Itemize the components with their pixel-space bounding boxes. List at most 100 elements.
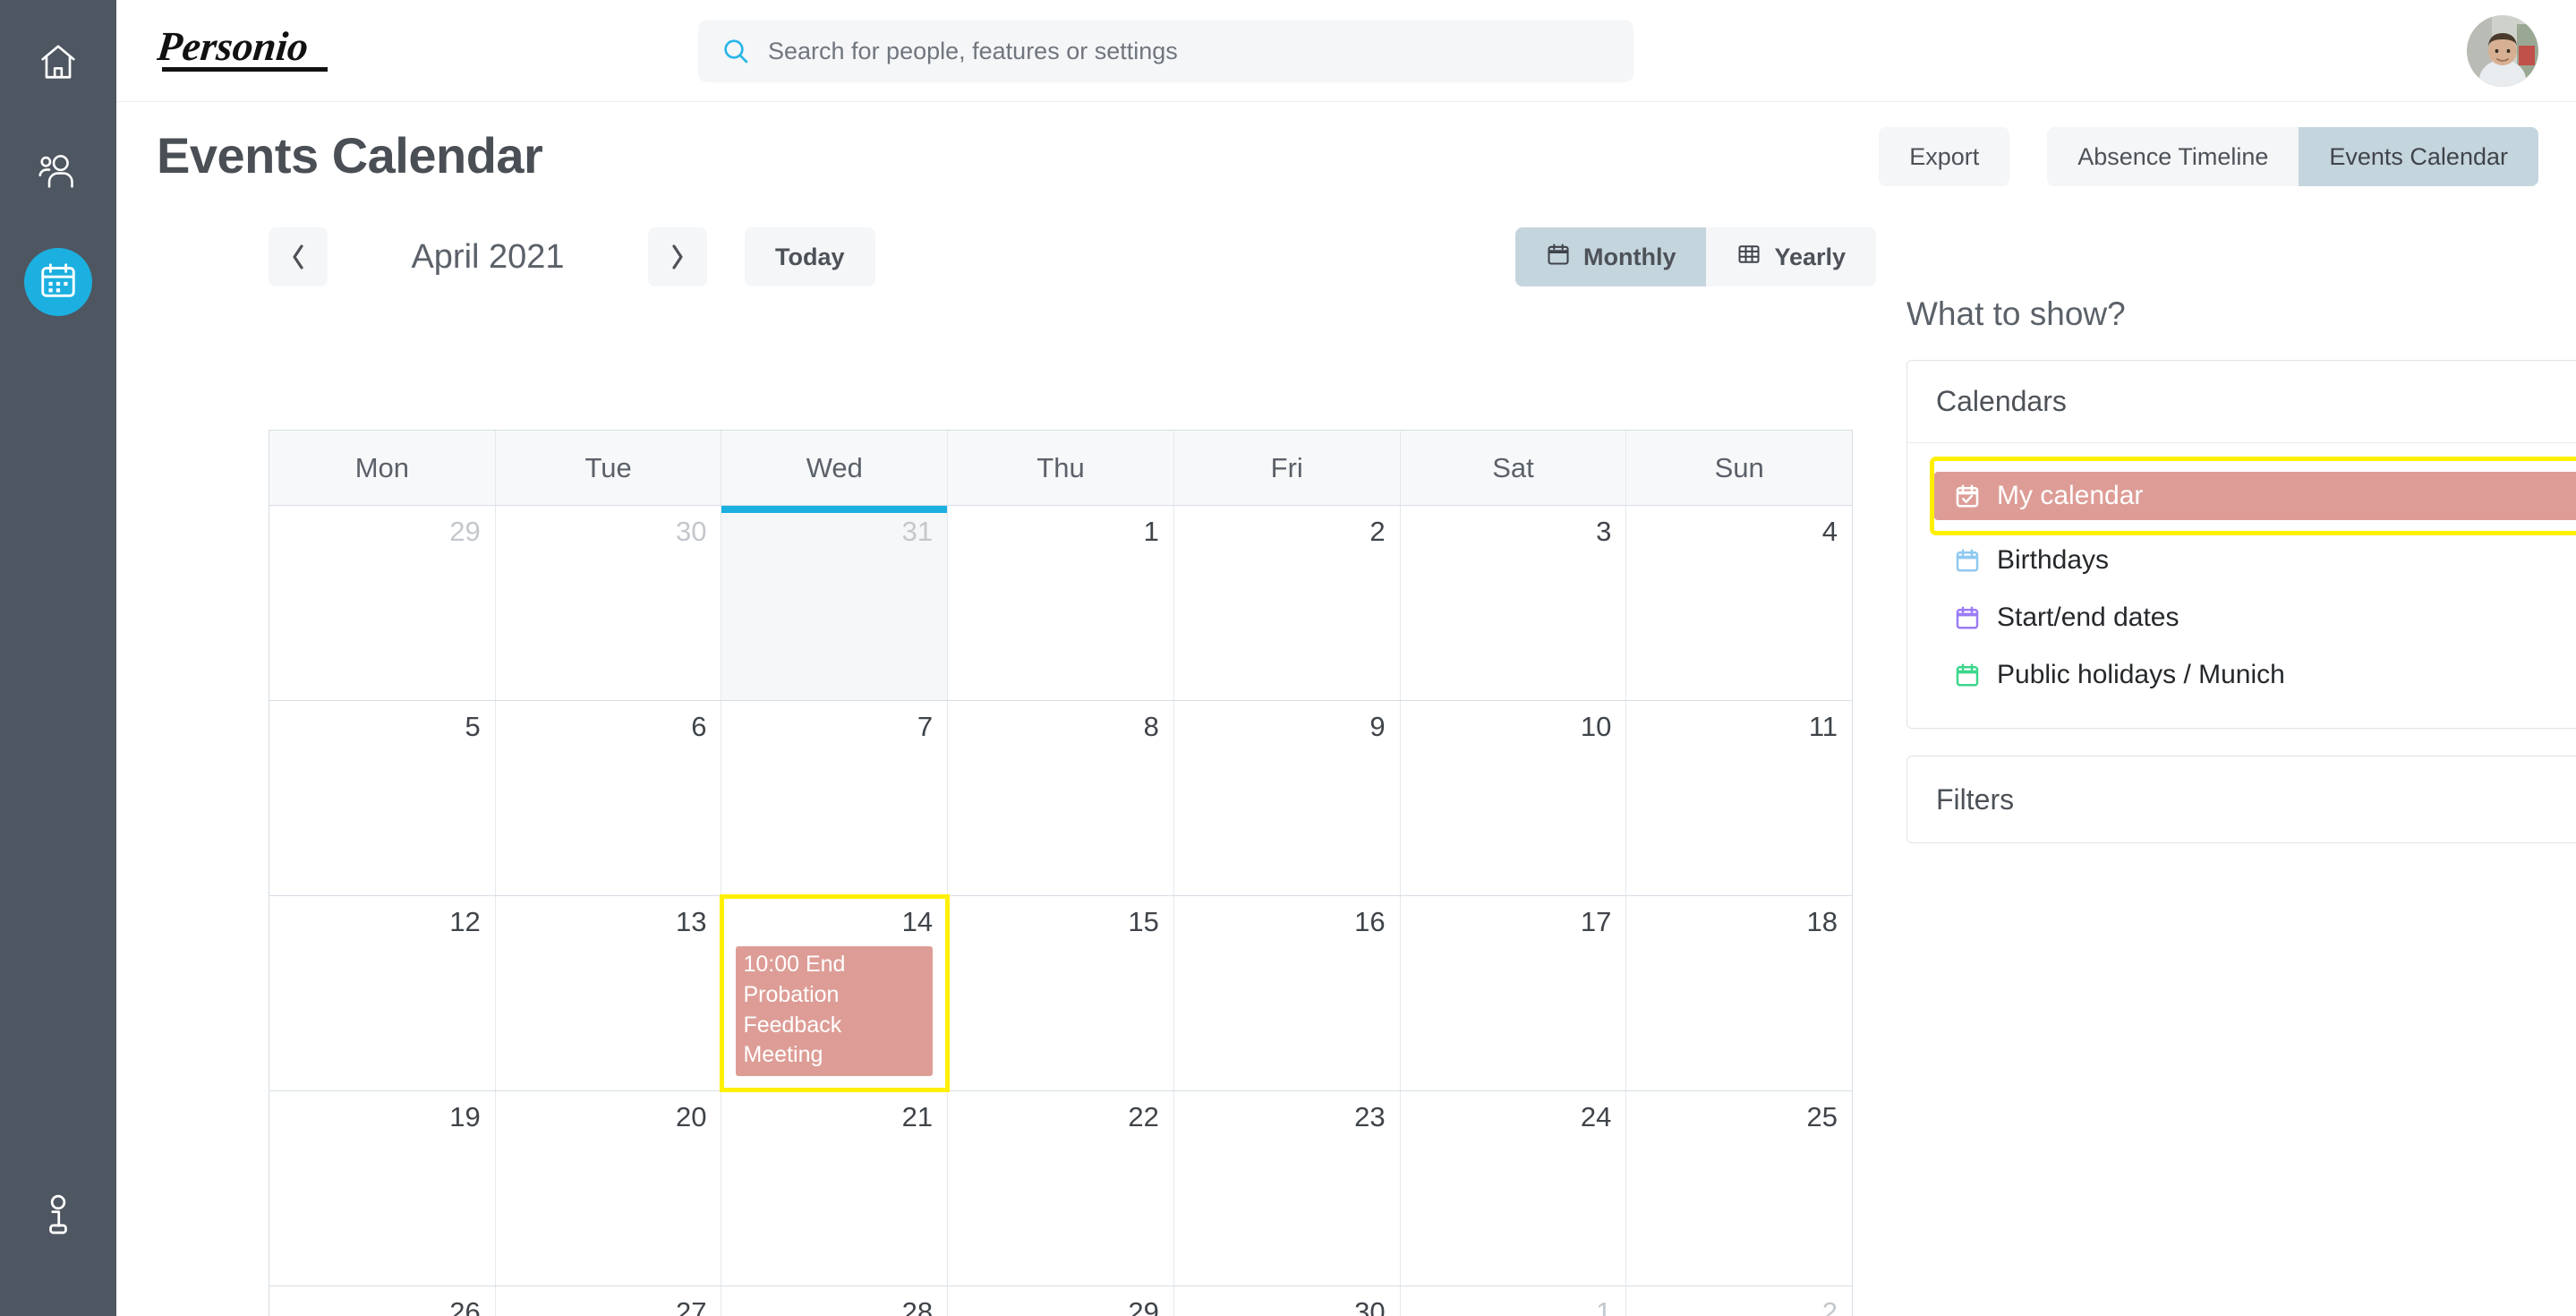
calendar-checked-icon [1954, 483, 1981, 509]
current-month-label: April 2021 [411, 237, 565, 276]
prev-month-button[interactable] [269, 227, 328, 286]
day-number: 27 [675, 1296, 707, 1316]
calendar-day-cell[interactable]: 12 [269, 896, 496, 1090]
calendar-day-cell[interactable]: 1 [948, 506, 1174, 700]
tab-events-calendar[interactable]: Events Calendar [2299, 127, 2538, 186]
day-number: 8 [1143, 711, 1159, 742]
calendar-day-cell[interactable]: 10 [1401, 701, 1627, 895]
calendar-day-cell[interactable]: 18 [1626, 896, 1852, 1090]
calendar-day-cell[interactable]: 7 [721, 701, 949, 895]
calendar-day-cell[interactable]: 16 [1174, 896, 1401, 1090]
grid-icon [1736, 242, 1761, 273]
calendars-panel-header[interactable]: Calendars [1907, 361, 2576, 443]
calendar-day-cell[interactable]: 29 [948, 1286, 1174, 1316]
calendar-list-item[interactable]: Public holidays / Munich [1934, 651, 2576, 699]
calendar-day-cell[interactable]: 9 [1174, 701, 1401, 895]
calendar-day-cell[interactable]: 30 [496, 506, 722, 700]
calendars-panel-title: Calendars [1936, 385, 2067, 417]
panel-heading: What to show? [1906, 295, 2126, 332]
calendar-day-cell[interactable]: 26 [269, 1286, 496, 1316]
calendar-list-item-label: My calendar [1997, 481, 2144, 510]
calendar-day-cell[interactable]: 25 [1626, 1091, 1852, 1286]
home-icon [38, 41, 79, 87]
weekday-header-cell: Wed [721, 431, 949, 505]
calendar-day-cell[interactable]: 5 [269, 701, 496, 895]
calendar-day-cell[interactable]: 27 [496, 1286, 722, 1316]
day-number: 12 [449, 906, 481, 937]
calendar-list-item-label: Birthdays [1997, 545, 2110, 575]
day-number: 29 [1128, 1296, 1159, 1316]
calendar-list-item[interactable]: My calendar [1934, 472, 2576, 520]
calendar-day-cell[interactable]: 20 [496, 1091, 722, 1286]
weekday-label: Sat [1492, 451, 1534, 483]
day-number: 30 [675, 516, 707, 547]
today-button[interactable]: Today [745, 227, 875, 286]
people-icon [37, 150, 80, 197]
calendar-list-item[interactable]: Start/end dates [1934, 594, 2576, 642]
day-number: 28 [901, 1296, 934, 1316]
page-header: Events Calendar Export Absence Timeline … [116, 102, 2576, 208]
calendar-day-cell[interactable]: 17 [1401, 896, 1627, 1090]
sidebar-item-home[interactable] [0, 9, 116, 118]
pawn-person-icon [40, 1193, 76, 1241]
day-number: 20 [675, 1101, 707, 1132]
view-monthly-button[interactable]: Monthly [1515, 227, 1707, 286]
calendar-week-row: 19 20 21 22 23 24 25 [269, 1090, 1852, 1286]
calendar-day-cell[interactable]: 13 [496, 896, 722, 1090]
calendar-list-item-label: Public holidays / Munich [1997, 660, 2285, 689]
weekday-header-cell: Fri [1174, 431, 1401, 505]
calendar-day-cell[interactable]: 21 [721, 1091, 949, 1286]
calendar-day-cell[interactable]: 24 [1401, 1091, 1627, 1286]
avatar[interactable] [2467, 15, 2538, 87]
calendar-day-cell[interactable]: 11 [1626, 701, 1852, 895]
day-number: 13 [675, 906, 707, 937]
calendar-day-cell[interactable]: 28 [721, 1286, 949, 1316]
calendar-day-cell[interactable]: 23 [1174, 1091, 1401, 1286]
next-month-button[interactable] [648, 227, 707, 286]
calendar-day-cell[interactable]: 22 [948, 1091, 1174, 1286]
calendar-day-cell[interactable]: 19 [269, 1091, 496, 1286]
calendar-day-cell[interactable]: 2 [1174, 506, 1401, 700]
calendar-icon [1954, 662, 1981, 688]
weekday-label: Sun [1714, 451, 1764, 483]
search-bar[interactable] [698, 20, 1633, 82]
weekday-header-cell: Tue [496, 431, 722, 505]
sidebar-item-calendar[interactable] [0, 227, 116, 337]
day-number: 24 [1580, 1101, 1612, 1132]
weekday-label: Fri [1270, 451, 1303, 483]
calendar-day-cell[interactable]: 15 [948, 896, 1174, 1090]
calendar-week-row: 29 30 31 1 2 3 4 [269, 505, 1852, 700]
personio-logo[interactable]: Personio [157, 20, 358, 82]
calendar-day-cell[interactable]: 6 [496, 701, 722, 895]
calendar-day-cell[interactable]: 14 10:00 End Probation Feedback Meeting [720, 894, 951, 1092]
day-number: 26 [449, 1296, 481, 1316]
calendar-toolbar: April 2021 Today Monthly Yearly [116, 208, 1877, 306]
weekday-label: Tue [584, 451, 632, 483]
calendar-day-cell[interactable]: 2 [1626, 1286, 1852, 1316]
calendar-list-item[interactable]: Birthdays [1934, 536, 2576, 585]
day-number: 22 [1128, 1101, 1159, 1132]
calendar-day-cell[interactable]: 4 [1626, 506, 1852, 700]
calendar-day-cell[interactable]: 31 [721, 506, 949, 700]
sidebar-item-people[interactable] [0, 118, 116, 227]
day-number: 3 [1596, 516, 1612, 547]
tab-absence-timeline[interactable]: Absence Timeline [2047, 127, 2299, 186]
view-yearly-button[interactable]: Yearly [1706, 227, 1877, 286]
calendar-icon [1954, 604, 1981, 631]
search-input[interactable] [768, 20, 1610, 82]
calendar-day-cell[interactable]: 3 [1401, 506, 1627, 700]
selection-highlight: My calendar [1930, 457, 2576, 535]
sidebar-item-profile[interactable] [0, 1162, 116, 1271]
day-number: 2 [1369, 516, 1386, 547]
calendar-day-cell[interactable]: 29 [269, 506, 496, 700]
day-number: 30 [1354, 1296, 1386, 1316]
weekday-header-cell: Thu [948, 431, 1174, 505]
filters-panel-header[interactable]: Filters [1907, 756, 2576, 842]
view-tabs: Absence Timeline Events Calendar [2047, 127, 2538, 186]
calendar-day-cell[interactable]: 30 [1174, 1286, 1401, 1316]
export-button[interactable]: Export [1879, 127, 2010, 186]
calendar-day-cell[interactable]: 1 [1401, 1286, 1627, 1316]
calendar-day-cell[interactable]: 8 [948, 701, 1174, 895]
calendar-event[interactable]: 10:00 End Probation Feedback Meeting [736, 946, 934, 1077]
weekday-header-cell: Sun [1626, 431, 1852, 505]
